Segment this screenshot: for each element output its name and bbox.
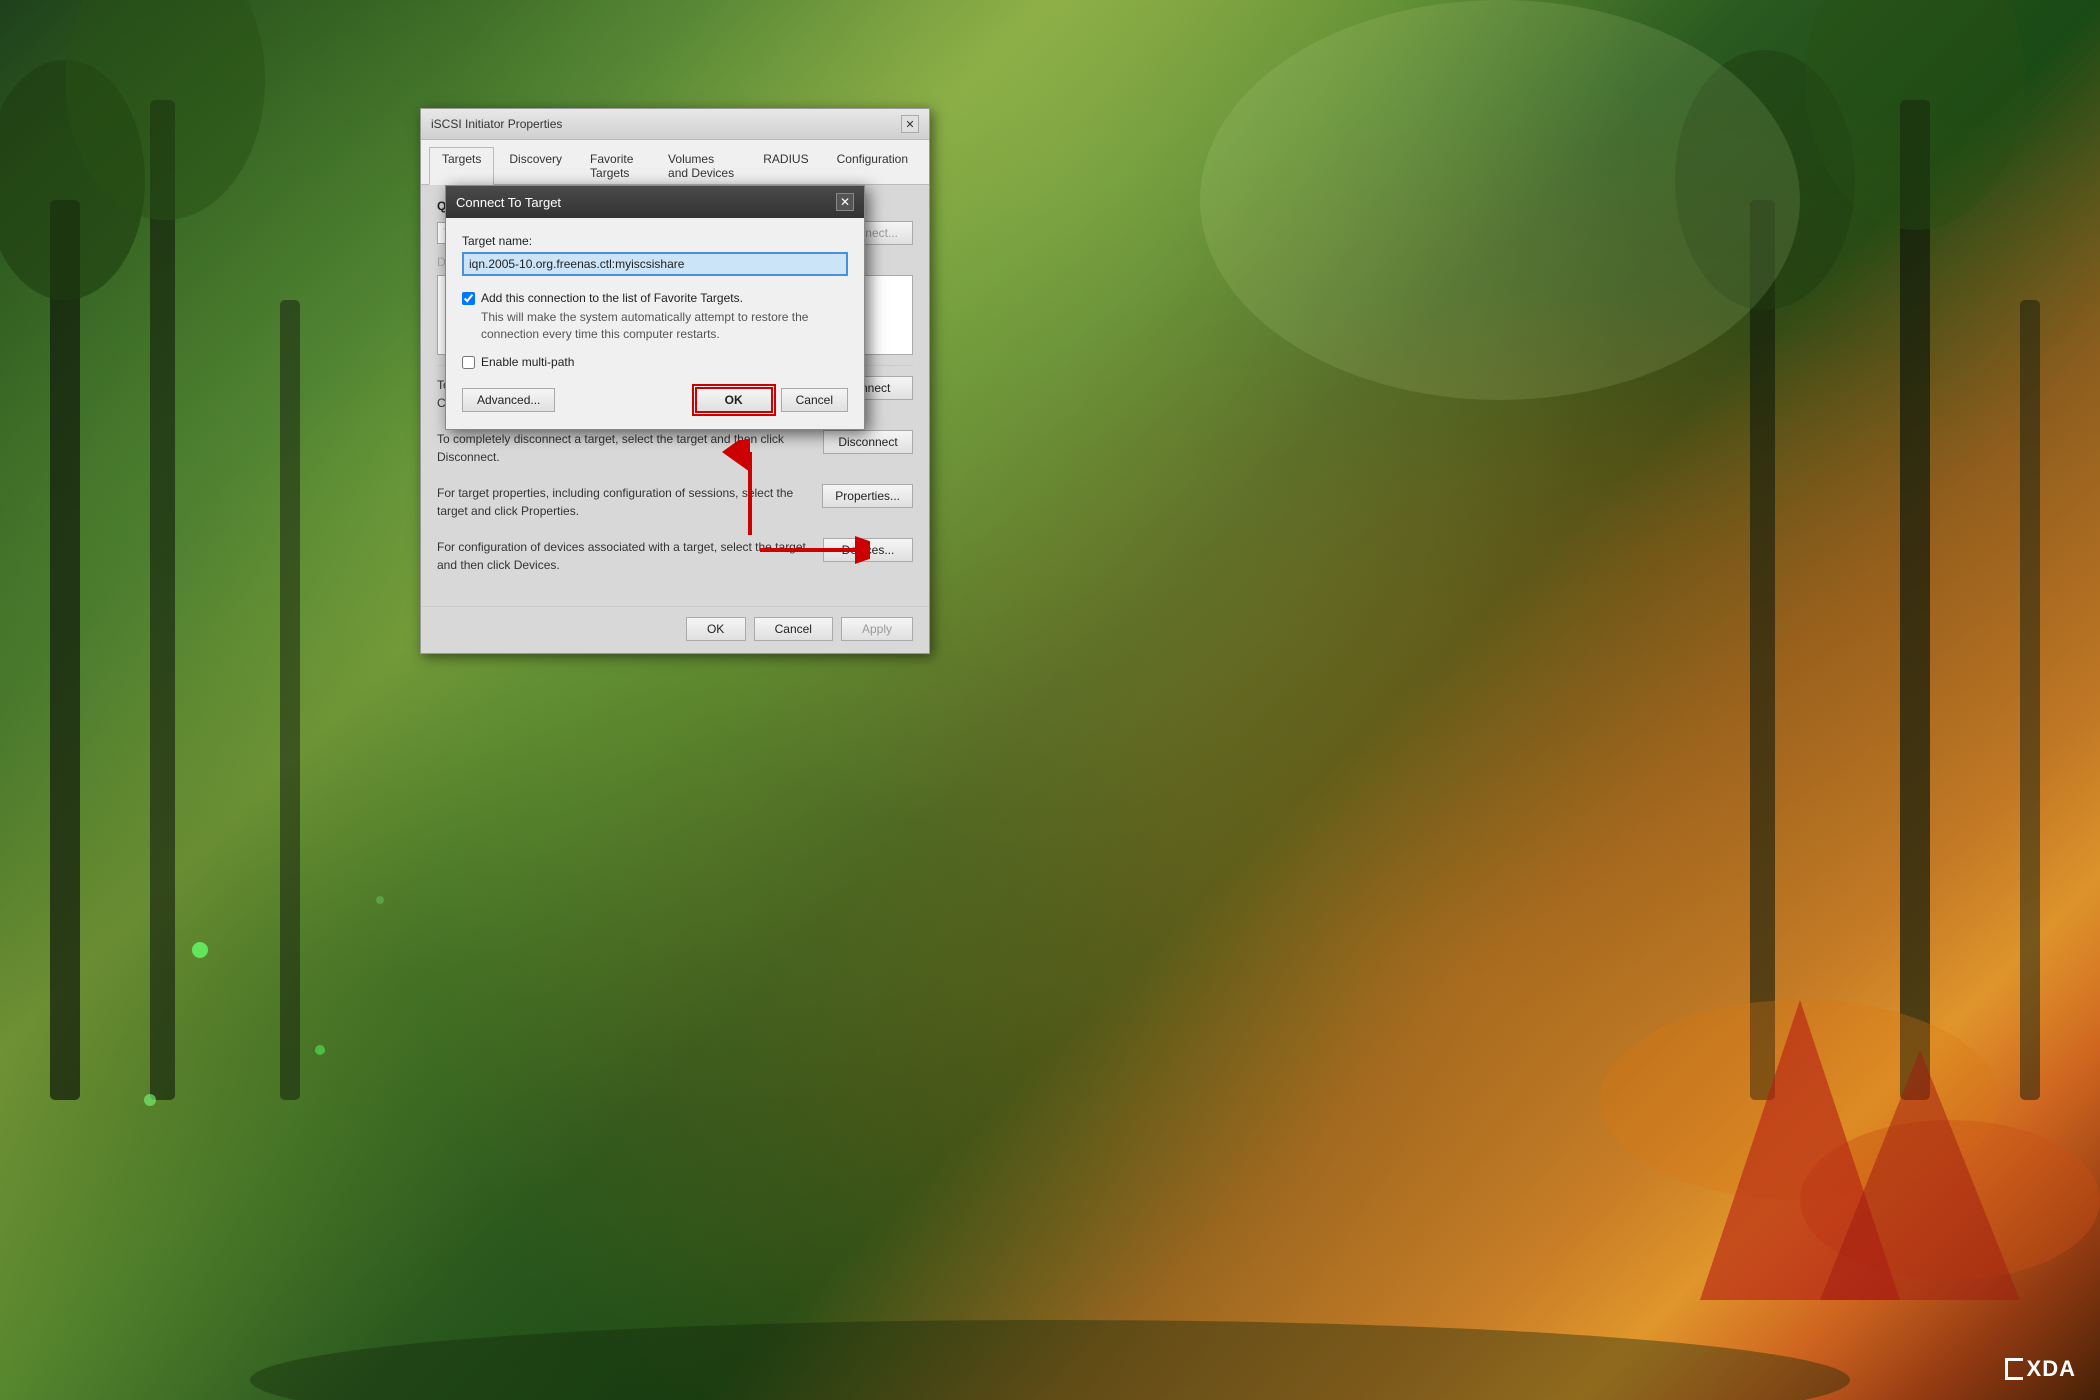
iscsi-titlebar: iSCSI Initiator Properties ✕	[421, 109, 929, 140]
connect-titlebar: Connect To Target ✕	[446, 186, 864, 218]
devices-button[interactable]: Devices...	[823, 538, 913, 562]
tab-configuration[interactable]: Configuration	[824, 147, 921, 185]
tab-radius[interactable]: RADIUS	[750, 147, 821, 185]
ok-button-main[interactable]: OK	[686, 617, 746, 641]
xda-bracket-icon	[2005, 1358, 2023, 1380]
properties-info-text: For target properties, including configu…	[437, 484, 812, 520]
multipath-checkbox[interactable]	[462, 356, 475, 369]
connect-close-button[interactable]: ✕	[836, 193, 854, 211]
target-name-label: Target name:	[462, 234, 848, 248]
tab-favorite-targets[interactable]: Favorite Targets	[577, 147, 653, 185]
apply-button-main[interactable]: Apply	[841, 617, 913, 641]
favorite-targets-checkbox[interactable]	[462, 292, 475, 305]
connect-title: Connect To Target	[456, 195, 561, 210]
dialog-bottom-buttons: OK Cancel Apply	[421, 606, 929, 653]
tabs-bar: Targets Discovery Favorite Targets Volum…	[421, 140, 929, 185]
xda-logo: XDA	[2005, 1356, 2076, 1382]
xda-text: XDA	[2027, 1356, 2076, 1382]
iscsi-title: iSCSI Initiator Properties	[431, 117, 562, 131]
tab-discovery[interactable]: Discovery	[496, 147, 575, 185]
ok-button-connect[interactable]: OK	[695, 387, 773, 413]
action-row-disconnect: To completely disconnect a target, selec…	[437, 430, 913, 474]
devices-info-text: For configuration of devices associated …	[437, 538, 813, 574]
connect-to-target-dialog: Connect To Target ✕ Target name: Add thi…	[445, 185, 865, 430]
cancel-button-main[interactable]: Cancel	[754, 617, 833, 641]
connect-content: Target name: Add this connection to the …	[446, 218, 864, 429]
background-overlay	[0, 0, 2100, 1400]
favorite-targets-label: Add this connection to the list of Favor…	[481, 290, 848, 307]
tab-targets[interactable]: Targets	[429, 147, 494, 185]
iscsi-close-button[interactable]: ✕	[901, 115, 919, 133]
multipath-checkbox-row: Enable multi-path	[462, 354, 848, 371]
multipath-label: Enable multi-path	[481, 354, 574, 371]
advanced-button[interactable]: Advanced...	[462, 388, 555, 412]
action-row-properties: For target properties, including configu…	[437, 484, 913, 528]
properties-button[interactable]: Properties...	[822, 484, 913, 508]
disconnect-button[interactable]: Disconnect	[823, 430, 913, 454]
disconnect-info-text: To completely disconnect a target, selec…	[437, 430, 813, 466]
cancel-button-connect[interactable]: Cancel	[781, 388, 848, 412]
tab-volumes-devices[interactable]: Volumes and Devices	[655, 147, 748, 185]
favorite-targets-subtext: This will make the system automatically …	[481, 309, 848, 343]
action-row-devices: For configuration of devices associated …	[437, 538, 913, 582]
target-name-input[interactable]	[462, 252, 848, 276]
connect-buttons-row: Advanced... OK Cancel	[462, 387, 848, 413]
favorite-targets-checkbox-row: Add this connection to the list of Favor…	[462, 290, 848, 342]
